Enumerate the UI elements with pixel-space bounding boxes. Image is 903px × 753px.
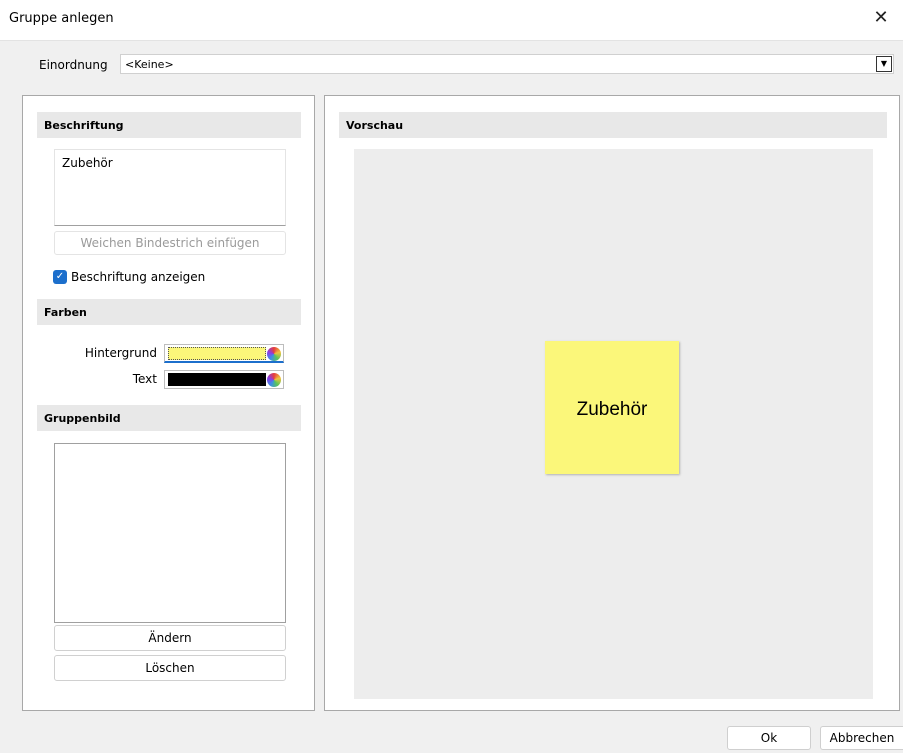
preview-area: Zubehör <box>354 149 873 699</box>
gruppenbild-header: Gruppenbild <box>37 405 301 431</box>
beschriftung-header: Beschriftung <box>37 112 301 138</box>
preview-panel: Vorschau Zubehör <box>324 95 900 711</box>
close-icon[interactable]: ✕ <box>869 7 893 28</box>
einordnung-value: <Keine> <box>125 58 174 71</box>
change-image-button[interactable]: Ändern <box>54 625 286 651</box>
einordnung-select[interactable]: <Keine> ▼ <box>120 54 894 74</box>
insert-soft-hyphen-button[interactable]: Weichen Bindestrich einfügen <box>54 231 286 255</box>
settings-panel: Beschriftung Zubehör Weichen Bindestrich… <box>22 95 315 711</box>
show-label-checkbox[interactable]: ✓ <box>53 270 67 284</box>
background-color-swatch[interactable] <box>164 344 284 363</box>
window-title: Gruppe anlegen <box>9 11 114 26</box>
vorschau-header: Vorschau <box>339 112 887 138</box>
background-color-preview <box>168 347 266 360</box>
group-image-box[interactable] <box>54 443 286 623</box>
einordnung-label: Einordnung <box>39 58 108 72</box>
label-text-area[interactable]: Zubehör <box>54 149 286 226</box>
cancel-button[interactable]: Abbrechen <box>820 726 903 750</box>
group-tile-preview: Zubehör <box>545 341 679 474</box>
text-color-label: Text <box>132 372 157 386</box>
background-color-label: Hintergrund <box>84 346 157 360</box>
color-picker-icon[interactable] <box>267 373 281 387</box>
chevron-down-icon[interactable]: ▼ <box>876 56 892 72</box>
delete-image-button[interactable]: Löschen <box>54 655 286 681</box>
ok-button[interactable]: Ok <box>727 726 811 750</box>
title-bar: Gruppe anlegen ✕ <box>0 0 903 41</box>
show-label-checkbox-label: Beschriftung anzeigen <box>71 270 206 284</box>
text-color-swatch[interactable] <box>164 370 284 389</box>
farben-header: Farben <box>37 299 301 325</box>
color-picker-icon[interactable] <box>267 347 281 361</box>
text-color-preview <box>168 373 266 386</box>
